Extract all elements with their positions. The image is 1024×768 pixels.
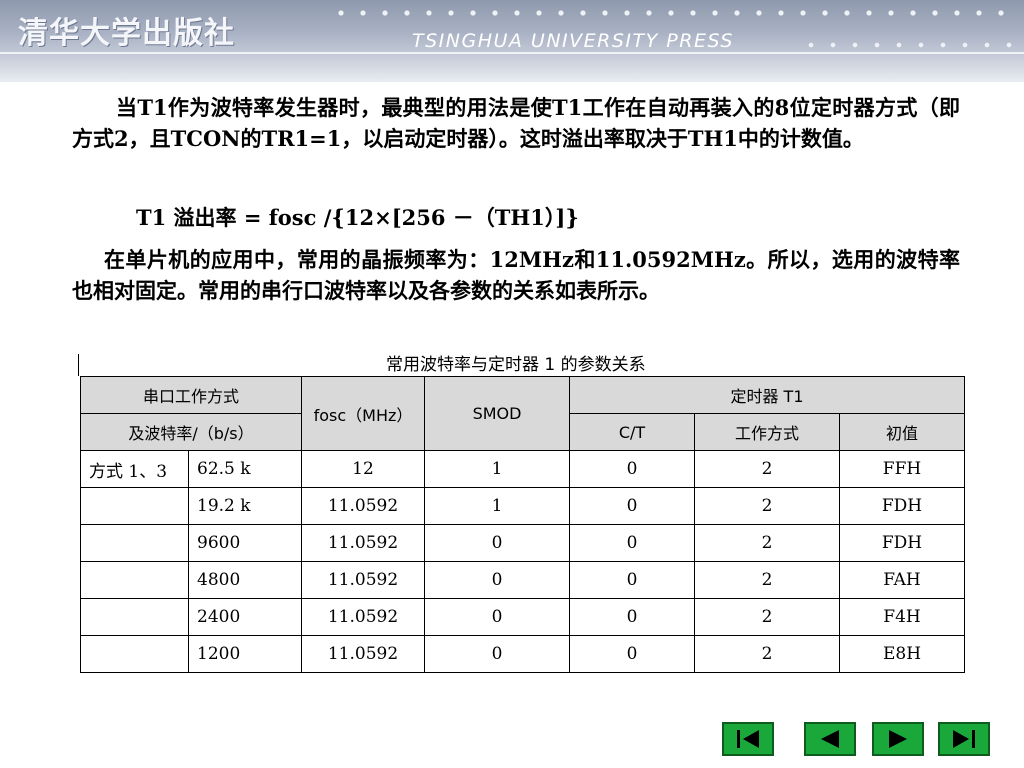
cell-mode bbox=[80, 635, 189, 673]
cell-work: 2 bbox=[694, 598, 840, 636]
cell-fosc: 11.0592 bbox=[301, 598, 425, 636]
header-fosc: fosc（MHz） bbox=[301, 376, 425, 451]
header-divider bbox=[0, 52, 1024, 54]
cell-init: FFH bbox=[839, 450, 965, 488]
header-mode-baud-line1: 串口工作方式 bbox=[80, 376, 302, 414]
prev-page-button[interactable] bbox=[804, 722, 856, 756]
table-row: 9600 11.0592 0 0 2 FDH bbox=[80, 524, 965, 562]
next-page-icon bbox=[889, 730, 907, 748]
last-page-icon bbox=[953, 730, 975, 748]
cell-ct: 0 bbox=[569, 561, 695, 599]
cell-work: 2 bbox=[694, 524, 840, 562]
cell-smod: 0 bbox=[424, 524, 570, 562]
cell-ct: 0 bbox=[569, 635, 695, 673]
table-row: 1200 11.0592 0 0 2 E8H bbox=[80, 635, 965, 673]
header-timer-t1: 定时器 T1 bbox=[569, 376, 965, 414]
table-row: 19.2 k 11.0592 1 0 2 FDH bbox=[80, 487, 965, 525]
first-page-button[interactable] bbox=[722, 722, 774, 756]
cell-baud: 19.2 k bbox=[188, 487, 302, 525]
cell-mode bbox=[80, 561, 189, 599]
cell-init: FDH bbox=[839, 487, 965, 525]
last-page-button[interactable] bbox=[938, 722, 990, 756]
cell-fosc: 11.0592 bbox=[301, 487, 425, 525]
cell-init: F4H bbox=[839, 598, 965, 636]
header-work-mode: 工作方式 bbox=[694, 413, 840, 451]
cell-baud: 9600 bbox=[188, 524, 302, 562]
cell-mode bbox=[80, 487, 189, 525]
cell-ct: 0 bbox=[569, 524, 695, 562]
cell-fosc: 11.0592 bbox=[301, 561, 425, 599]
cell-mode bbox=[80, 598, 189, 636]
publisher-logo-cn: 清华大学出版社 bbox=[18, 16, 235, 51]
formula: T1 溢出率 = fosc /{12×[256 －（TH1）]} bbox=[136, 205, 579, 230]
cell-baud: 2400 bbox=[188, 598, 302, 636]
cell-baud: 1200 bbox=[188, 635, 302, 673]
table-row: 4800 11.0592 0 0 2 FAH bbox=[80, 561, 965, 599]
baud-rate-table: 串口工作方式 fosc（MHz） SMOD 定时器 T1 及波特率/（b/s） … bbox=[80, 376, 965, 673]
cell-baud: 62.5 k bbox=[188, 450, 302, 488]
cell-smod: 0 bbox=[424, 561, 570, 599]
cell-smod: 0 bbox=[424, 635, 570, 673]
cell-fosc: 11.0592 bbox=[301, 524, 425, 562]
cell-init: FDH bbox=[839, 524, 965, 562]
table-row: 方式 1、3 62.5 k 12 1 0 2 FFH bbox=[80, 450, 965, 488]
cell-work: 2 bbox=[694, 450, 840, 488]
table-row: 2400 11.0592 0 0 2 F4H bbox=[80, 598, 965, 636]
first-page-icon bbox=[737, 730, 759, 748]
cell-baud: 4800 bbox=[188, 561, 302, 599]
header-dots-decoration-2 bbox=[800, 38, 1020, 52]
cell-mode: 方式 1、3 bbox=[80, 450, 189, 488]
table-title: 常用波特率与定时器 1 的参数关系 bbox=[386, 355, 646, 375]
cell-init: FAH bbox=[839, 561, 965, 599]
cell-fosc: 12 bbox=[301, 450, 425, 488]
cell-smod: 0 bbox=[424, 598, 570, 636]
cell-work: 2 bbox=[694, 635, 840, 673]
header-mode-baud-line2: 及波特率/（b/s） bbox=[80, 413, 302, 451]
cell-work: 2 bbox=[694, 487, 840, 525]
paragraph-1: 当T1作为波特率发生器时，最典型的用法是使T1工作在自动再装入的8位定时器方式（… bbox=[72, 95, 960, 151]
cell-fosc: 11.0592 bbox=[301, 635, 425, 673]
header-smod: SMOD bbox=[424, 376, 570, 451]
cell-ct: 0 bbox=[569, 487, 695, 525]
cell-ct: 0 bbox=[569, 450, 695, 488]
header-ct: C/T bbox=[569, 413, 695, 451]
cell-smod: 1 bbox=[424, 450, 570, 488]
paragraph-2: 在单片机的应用中，常用的晶振频率为：12MHz和11.0592MHz。所以，选用… bbox=[72, 247, 960, 303]
table-left-mark bbox=[78, 354, 79, 376]
header-init-value: 初值 bbox=[839, 413, 965, 451]
header-banner: 清华大学出版社 TSINGHUA UNIVERSITY PRESS bbox=[0, 0, 1024, 82]
header-dots-decoration bbox=[330, 6, 1010, 20]
prev-page-icon bbox=[821, 730, 839, 748]
next-page-button[interactable] bbox=[872, 722, 924, 756]
cell-ct: 0 bbox=[569, 598, 695, 636]
cell-work: 2 bbox=[694, 561, 840, 599]
publisher-logo-en: TSINGHUA UNIVERSITY PRESS bbox=[412, 30, 734, 52]
cell-init: E8H bbox=[839, 635, 965, 673]
cell-mode bbox=[80, 524, 189, 562]
cell-smod: 1 bbox=[424, 487, 570, 525]
